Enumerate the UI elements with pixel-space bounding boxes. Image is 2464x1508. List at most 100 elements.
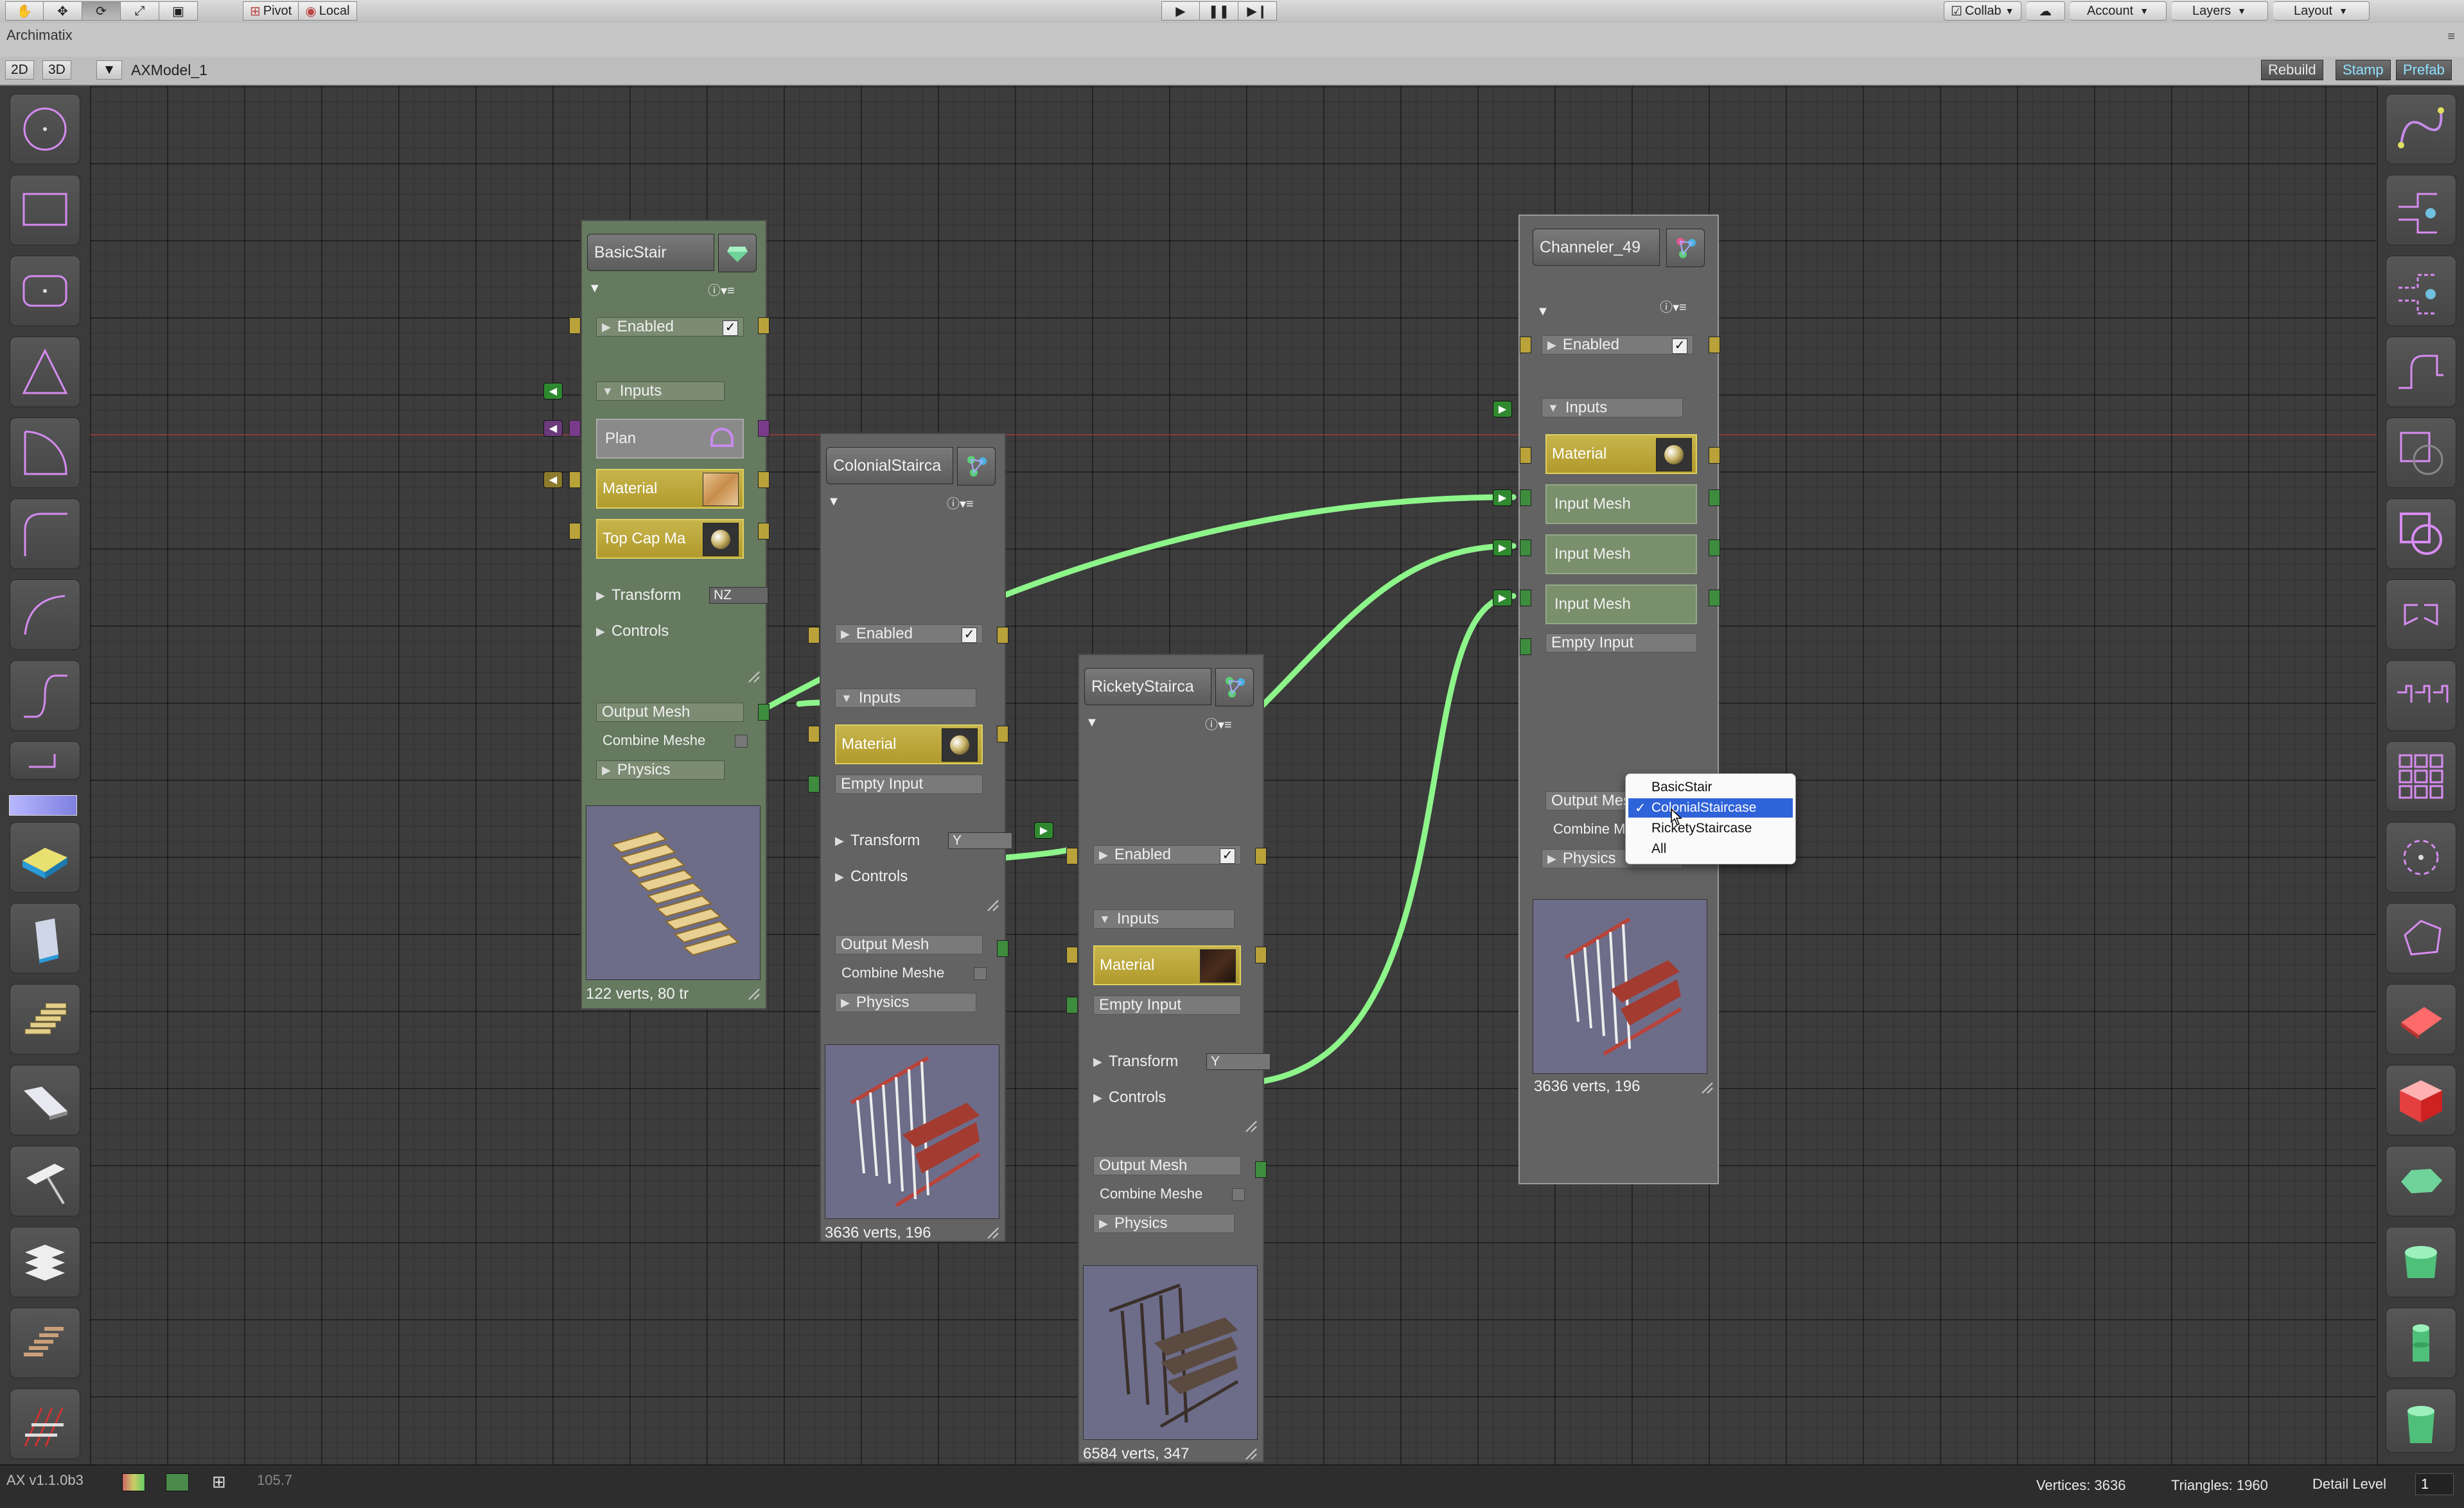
grid-toggle-icon[interactable]: ⊞ bbox=[212, 1472, 226, 1492]
mesh-output-port[interactable] bbox=[1255, 1161, 1267, 1178]
combine-checkbox[interactable] bbox=[735, 735, 748, 748]
input-mesh-2[interactable]: Input Mesh bbox=[1545, 534, 1697, 574]
detail-level-input[interactable]: 1 bbox=[2415, 1473, 2454, 1495]
union-shape-icon[interactable] bbox=[2386, 498, 2456, 569]
output-port[interactable] bbox=[1255, 848, 1267, 864]
input-mesh-3[interactable]: Input Mesh bbox=[1545, 584, 1697, 624]
model-menu-button[interactable]: ▼ bbox=[96, 60, 122, 80]
info-menu-icon[interactable]: ⓘ▾≡ bbox=[1660, 297, 1687, 315]
input-port[interactable] bbox=[569, 317, 581, 334]
plan-input[interactable]: Plan bbox=[596, 419, 744, 459]
gradient-swatch[interactable] bbox=[9, 795, 77, 816]
material-input-port[interactable] bbox=[1066, 947, 1078, 963]
mirror-shape-icon[interactable] bbox=[2386, 579, 2456, 650]
view-3d-button[interactable]: 3D bbox=[42, 60, 71, 80]
layers-mesh-icon[interactable] bbox=[10, 1227, 80, 1297]
rectangle-shape-icon[interactable] bbox=[10, 175, 80, 245]
node-title[interactable]: BasicStair bbox=[587, 234, 714, 271]
wire-colonial-to-rickety[interactable] bbox=[998, 847, 1069, 861]
info-menu-icon[interactable]: ⓘ▾≡ bbox=[1205, 714, 1232, 733]
transform-section[interactable]: ▶ Transform NZ bbox=[596, 586, 768, 605]
extrude-mesh-icon[interactable] bbox=[2386, 1146, 2456, 1216]
add-input-arrow-icon[interactable]: ◀ bbox=[543, 383, 563, 399]
material-output-port[interactable] bbox=[1709, 447, 1720, 464]
shape-distributor-ring-icon[interactable] bbox=[2386, 903, 2456, 974]
enabled-checkbox[interactable]: ✓ bbox=[1672, 338, 1687, 354]
wire-basic-to-colonial[interactable] bbox=[796, 699, 825, 707]
enabled-toggle[interactable]: ▶ Enabled ✓ bbox=[835, 624, 983, 644]
collapse-icon[interactable]: ▼ bbox=[588, 281, 601, 296]
enabled-checkbox[interactable]: ✓ bbox=[1220, 848, 1235, 864]
inputs-section[interactable]: ▼ Inputs bbox=[596, 381, 725, 401]
input-port[interactable] bbox=[1066, 848, 1078, 864]
triangle-shape-icon[interactable] bbox=[10, 337, 80, 407]
mesh-input-port[interactable] bbox=[1520, 489, 1531, 506]
mesh-input-out-port[interactable] bbox=[1709, 539, 1720, 556]
input-mesh-1[interactable]: Input Mesh bbox=[1545, 484, 1697, 524]
mesh-input-arrow-icon[interactable]: ▶ bbox=[1493, 539, 1512, 556]
stair-mesh-icon[interactable] bbox=[10, 984, 80, 1055]
empty-input-port[interactable] bbox=[1066, 997, 1078, 1013]
spline-tool-icon[interactable] bbox=[2386, 94, 2456, 164]
topcap-material-input[interactable]: Top Cap Ma bbox=[596, 519, 744, 559]
wood-material-swatch[interactable] bbox=[703, 473, 739, 506]
layout-dropdown[interactable]: Layout ▼ bbox=[2273, 1, 2370, 21]
controls-section[interactable]: ▶ Controls bbox=[1093, 1088, 1222, 1107]
gem-mesh-icon[interactable] bbox=[2386, 1227, 2456, 1297]
collapse-icon[interactable]: ▼ bbox=[1086, 715, 1098, 730]
channeler-icon[interactable] bbox=[1215, 668, 1254, 706]
resize-handle-icon[interactable] bbox=[1700, 1080, 1715, 1096]
resize-handle-icon[interactable] bbox=[746, 669, 762, 685]
rebuild-button[interactable]: Rebuild bbox=[2261, 60, 2323, 80]
plan-output-port[interactable] bbox=[758, 420, 770, 437]
material-input-port[interactable] bbox=[808, 726, 820, 742]
colonialstaircase-node[interactable]: ColonialStairca ▼ ⓘ▾≡ ▶ Enabled ✓ ▼ Inputs … bbox=[820, 433, 1012, 1242]
collapse-icon[interactable]: ▼ bbox=[827, 495, 840, 509]
node-title[interactable]: RicketyStairca bbox=[1084, 668, 1211, 705]
physics-section[interactable]: ▶ Physics bbox=[1093, 1214, 1235, 1233]
stack-mesh-icon[interactable] bbox=[10, 903, 80, 974]
rounded-rect-shape-icon[interactable] bbox=[10, 256, 80, 326]
enabled-checkbox[interactable]: ✓ bbox=[962, 627, 977, 643]
material-input[interactable]: Material bbox=[835, 724, 983, 764]
physics-section[interactable]: ▶ Physics bbox=[835, 993, 976, 1012]
sphere-material-icon[interactable] bbox=[942, 728, 978, 762]
window-menu-icon[interactable]: ≡ bbox=[2447, 30, 2455, 44]
material-output-port[interactable] bbox=[758, 471, 770, 488]
layers-dropdown[interactable]: Layers ▼ bbox=[2171, 1, 2268, 21]
basicstair-node[interactable]: BasicStair ▼ ⓘ▾≡ ▶ Enabled ✓ ▼ Inputs Plan … bbox=[581, 220, 768, 1010]
mesh-input-out-port[interactable] bbox=[1709, 489, 1720, 506]
quarter-circle-shape-icon[interactable] bbox=[10, 417, 80, 488]
transform-section[interactable]: ▶ Transform Y bbox=[1093, 1052, 1271, 1071]
transform-axis-select[interactable]: NZ bbox=[709, 587, 768, 604]
channeler-node[interactable]: Channeler_49 ▼ ⓘ▾≡ ▶ Enabled ✓ ▼ Inputs Mat… bbox=[1518, 215, 1719, 1184]
linear-repeater-icon[interactable] bbox=[2386, 660, 2456, 731]
resize-handle-icon[interactable] bbox=[1244, 1446, 1259, 1462]
output-mesh[interactable]: Output Mesh bbox=[835, 935, 983, 954]
combine-checkbox[interactable] bbox=[974, 967, 987, 980]
info-menu-icon[interactable]: ⓘ▾≡ bbox=[947, 493, 974, 512]
material-input-port[interactable] bbox=[1520, 447, 1531, 464]
output-port[interactable] bbox=[997, 627, 1008, 644]
dropdown-option[interactable]: All bbox=[1628, 839, 1793, 859]
plan-input-port[interactable] bbox=[569, 420, 581, 437]
mesh-select-dropdown[interactable]: BasicStair ✓ ColonialStaircase RicketySta… bbox=[1625, 773, 1796, 864]
mesh-output-port[interactable] bbox=[758, 704, 770, 721]
step-shape-icon[interactable] bbox=[10, 741, 80, 780]
dropdown-option[interactable]: BasicStair bbox=[1628, 778, 1793, 797]
material-input-port[interactable] bbox=[569, 471, 581, 488]
physics-section[interactable]: ▶ Physics bbox=[596, 760, 725, 780]
channeler-icon[interactable] bbox=[1666, 229, 1705, 267]
inputs-section[interactable]: ▼ Inputs bbox=[1093, 909, 1235, 929]
empty-input[interactable]: Empty Input bbox=[835, 775, 983, 794]
input-port[interactable] bbox=[1520, 337, 1531, 353]
controls-section[interactable]: ▶ Controls bbox=[596, 622, 725, 641]
enabled-toggle[interactable]: ▶ Enabled ✓ bbox=[1542, 335, 1693, 355]
output-port[interactable] bbox=[758, 317, 770, 334]
dropdown-option[interactable]: RicketyStaircase bbox=[1628, 819, 1793, 838]
rect-tool-button[interactable]: ▣ bbox=[159, 1, 198, 21]
add-input-arrow-icon[interactable]: ▶ bbox=[1034, 822, 1053, 839]
resize-handle-icon[interactable] bbox=[985, 1225, 1001, 1241]
material-output-port[interactable] bbox=[1255, 947, 1267, 963]
channeler-icon[interactable] bbox=[957, 447, 996, 486]
